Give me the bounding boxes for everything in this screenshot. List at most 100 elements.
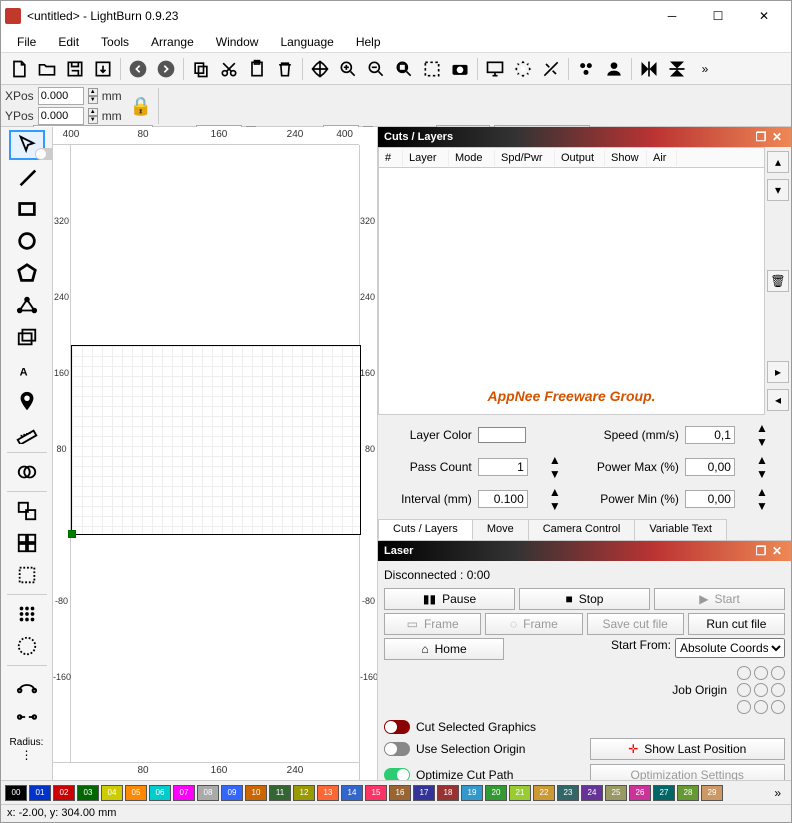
undo-icon[interactable] [125, 56, 151, 82]
menu-window[interactable]: Window [206, 33, 269, 51]
break-path-tool[interactable] [9, 702, 45, 732]
optimization-settings-button[interactable]: Optimization Settings [590, 764, 786, 780]
menu-language[interactable]: Language [270, 33, 343, 51]
color-swatch-01[interactable]: 01 [29, 785, 51, 801]
xpos-spinner[interactable]: ▲▼ [88, 88, 98, 104]
color-swatch-13[interactable]: 13 [317, 785, 339, 801]
new-icon[interactable] [6, 56, 32, 82]
more-tools-icon[interactable]: ⋮ [21, 748, 33, 762]
start-from-select[interactable]: Absolute Coords [675, 638, 785, 658]
menu-edit[interactable]: Edit [48, 33, 89, 51]
pan-icon[interactable] [307, 56, 333, 82]
menu-file[interactable]: File [7, 33, 46, 51]
radial-array-tool[interactable] [9, 631, 45, 661]
speed-spinner[interactable]: ▲▼ [756, 421, 783, 449]
color-swatch-06[interactable]: 06 [149, 785, 171, 801]
color-swatch-22[interactable]: 22 [533, 785, 555, 801]
color-swatch-14[interactable]: 14 [341, 785, 363, 801]
optimize-toggle[interactable] [384, 768, 410, 780]
color-swatch-17[interactable]: 17 [413, 785, 435, 801]
mirror-h-icon[interactable] [636, 56, 662, 82]
pmin-input[interactable] [685, 490, 735, 508]
color-swatch-21[interactable]: 21 [509, 785, 531, 801]
zoom-in-icon[interactable] [335, 56, 361, 82]
color-swatch-00[interactable]: 00 [5, 785, 27, 801]
lock-icon[interactable]: 🔒 [130, 96, 152, 117]
overflow-icon[interactable]: » [692, 56, 718, 82]
ypos-input[interactable] [38, 107, 84, 125]
color-swatch-18[interactable]: 18 [437, 785, 459, 801]
color-swatch-04[interactable]: 04 [101, 785, 123, 801]
color-swatch-26[interactable]: 26 [629, 785, 651, 801]
path-tool[interactable] [9, 670, 45, 700]
cuts-undock-icon[interactable]: ❐ [753, 129, 769, 145]
ypos-spinner[interactable]: ▲▼ [88, 108, 98, 124]
layer-delete-icon[interactable]: 🗑 [767, 270, 789, 292]
boolean-tool[interactable] [9, 457, 45, 487]
pause-button[interactable]: ▮▮Pause [384, 588, 515, 610]
minimize-button[interactable]: ─ [649, 1, 695, 31]
polygon-tool[interactable] [9, 258, 45, 288]
color-swatch-25[interactable]: 25 [605, 785, 627, 801]
color-swatch-12[interactable]: 12 [293, 785, 315, 801]
cuts-table[interactable]: # Layer Mode Spd/Pwr Output Show Air App… [378, 147, 765, 415]
xpos-input[interactable] [38, 87, 84, 105]
settings-icon[interactable] [510, 56, 536, 82]
position-tool[interactable] [9, 386, 45, 416]
monitor-icon[interactable] [482, 56, 508, 82]
menu-arrange[interactable]: Arrange [141, 33, 204, 51]
layer-left-icon[interactable]: ◂ [767, 389, 789, 411]
pmax-spinner[interactable]: ▲▼ [756, 453, 783, 481]
tab-cuts-layers[interactable]: Cuts / Layers [378, 519, 473, 540]
color-swatch-19[interactable]: 19 [461, 785, 483, 801]
pass-count-input[interactable] [478, 458, 528, 476]
color-swatch-23[interactable]: 23 [557, 785, 579, 801]
copy-icon[interactable] [188, 56, 214, 82]
pmax-input[interactable] [685, 458, 735, 476]
color-swatch-05[interactable]: 05 [125, 785, 147, 801]
frame-circle-button[interactable]: ◌Frame [485, 613, 582, 635]
ungroup-tool[interactable] [9, 560, 45, 590]
show-last-button[interactable]: ✛Show Last Position [590, 738, 786, 760]
interval-spinner[interactable]: ▲▼ [549, 485, 576, 513]
maximize-button[interactable]: ☐ [695, 1, 741, 31]
canvas-area[interactable]: 400 80 160 240 400 320 240 160 80 -80 -1… [53, 127, 377, 780]
offset-tool[interactable] [9, 322, 45, 352]
redo-icon[interactable] [153, 56, 179, 82]
save-icon[interactable] [62, 56, 88, 82]
save-cut-button[interactable]: Save cut file [587, 613, 684, 635]
weld-tool[interactable] [9, 496, 45, 526]
color-swatch-15[interactable]: 15 [365, 785, 387, 801]
color-swatch-08[interactable]: 08 [197, 785, 219, 801]
tab-camera-control[interactable]: Camera Control [528, 519, 636, 540]
color-swatch-24[interactable]: 24 [581, 785, 603, 801]
measure-tool[interactable] [9, 418, 45, 448]
zoom-fit-icon[interactable] [391, 56, 417, 82]
group-tool[interactable] [9, 528, 45, 558]
use-selection-toggle[interactable] [384, 742, 410, 756]
color-overflow-icon[interactable]: » [768, 786, 787, 800]
color-swatch-09[interactable]: 09 [221, 785, 243, 801]
color-swatch-28[interactable]: 28 [677, 785, 699, 801]
zoom-out-icon[interactable] [363, 56, 389, 82]
laser-undock-icon[interactable]: ❐ [753, 543, 769, 559]
grid-array-tool[interactable] [9, 599, 45, 629]
close-button[interactable]: ✕ [741, 1, 787, 31]
ellipse-tool[interactable] [9, 226, 45, 256]
camera-icon[interactable] [447, 56, 473, 82]
color-swatch-16[interactable]: 16 [389, 785, 411, 801]
run-cut-button[interactable]: Run cut file [688, 613, 785, 635]
tab-variable-text[interactable]: Variable Text [634, 519, 727, 540]
stop-button[interactable]: ■Stop [519, 588, 650, 610]
color-swatch-03[interactable]: 03 [77, 785, 99, 801]
user-icon[interactable] [601, 56, 627, 82]
speed-input[interactable] [685, 426, 735, 444]
text-tool[interactable]: A [9, 354, 45, 384]
color-swatch-29[interactable]: 29 [701, 785, 723, 801]
work-area[interactable] [71, 345, 361, 535]
layer-right-icon[interactable]: ▸ [767, 361, 789, 383]
color-swatch-10[interactable]: 10 [245, 785, 267, 801]
open-icon[interactable] [34, 56, 60, 82]
import-icon[interactable] [90, 56, 116, 82]
color-swatch-07[interactable]: 07 [173, 785, 195, 801]
